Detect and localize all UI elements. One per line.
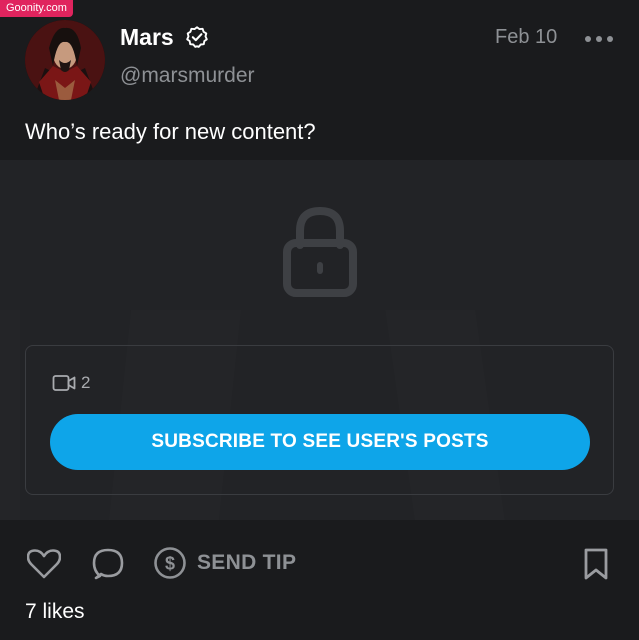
post-actions: $ SEND TIP 7 likes [0, 520, 639, 640]
send-tip-label: SEND TIP [197, 551, 297, 574]
video-count-value: 2 [81, 373, 91, 392]
post-date: Feb 10 [495, 26, 558, 48]
heart-icon[interactable] [27, 548, 61, 580]
avatar[interactable] [25, 20, 105, 100]
post-header: Mars @marsmurder Feb 10 Who’s ready for … [0, 0, 639, 160]
author-name[interactable]: Mars [120, 24, 174, 51]
locked-content-panel: 2 SUBSCRIBE TO SEE USER'S POSTS [25, 345, 614, 495]
watermark-badge: Goonity.com [0, 0, 73, 17]
dollar-circle-icon: $ [154, 547, 186, 579]
more-horizontal-icon[interactable] [584, 30, 614, 46]
lock-icon [283, 206, 357, 297]
video-camera-icon [52, 375, 76, 391]
bookmark-icon[interactable] [582, 547, 610, 581]
post-caption: Who’s ready for new content? [25, 119, 316, 144]
subscribe-button[interactable]: SUBSCRIBE TO SEE USER'S POSTS [50, 414, 590, 470]
check-badge-icon [186, 26, 208, 48]
send-tip-button[interactable]: $ SEND TIP [153, 546, 296, 580]
likes-count[interactable]: 7 likes [25, 600, 85, 624]
video-count: 2 [52, 373, 90, 393]
author-handle[interactable]: @marsmurder [120, 64, 255, 88]
comment-bubble-icon[interactable] [91, 547, 125, 581]
media-blur-shape [0, 310, 20, 520]
avatar-image [25, 20, 105, 100]
locked-media: 2 SUBSCRIBE TO SEE USER'S POSTS [0, 160, 639, 520]
svg-text:$: $ [165, 554, 175, 574]
